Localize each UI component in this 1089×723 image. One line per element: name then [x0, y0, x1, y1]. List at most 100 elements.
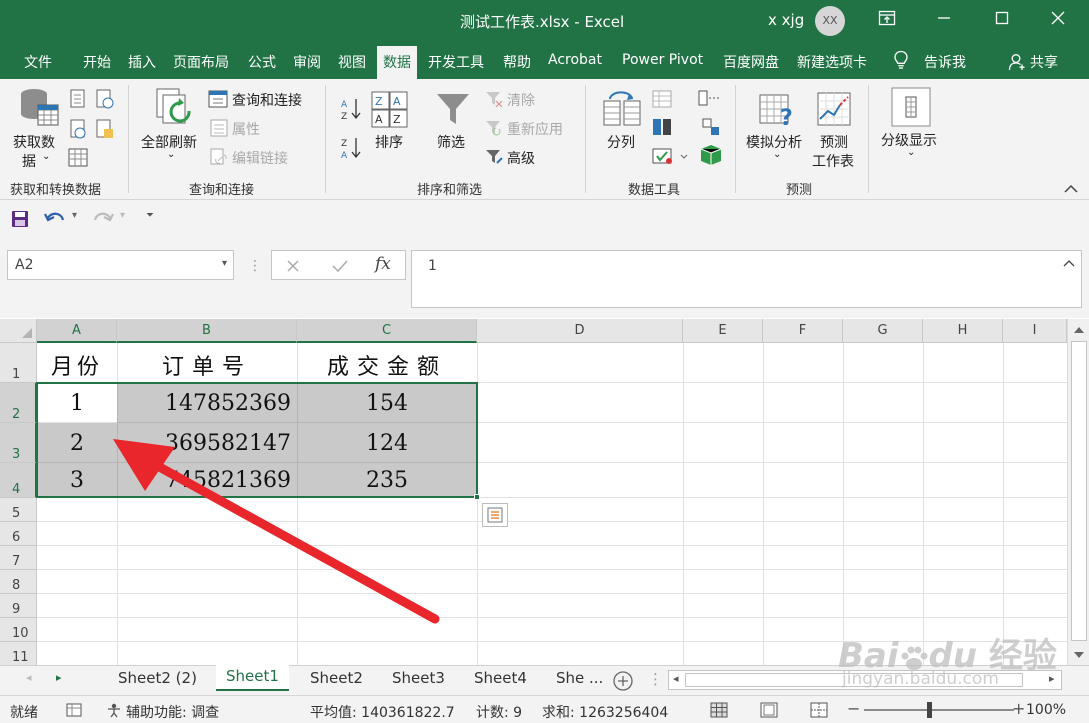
- column-header-h[interactable]: H: [923, 319, 1003, 343]
- scroll-left-icon[interactable]: ◂: [673, 672, 679, 685]
- cell-c1[interactable]: 成交金额: [297, 349, 477, 381]
- row-header-9[interactable]: 9: [0, 594, 37, 618]
- sheet-tab-sheet4[interactable]: Sheet4: [474, 669, 527, 687]
- accessibility-icon[interactable]: [106, 702, 124, 718]
- sort-descending-icon[interactable]: Z A: [340, 136, 362, 160]
- tab-file[interactable]: 文件: [24, 52, 52, 72]
- tab-help[interactable]: 帮助: [503, 52, 531, 72]
- column-header-e[interactable]: E: [683, 319, 763, 343]
- row-header-4[interactable]: 4: [0, 463, 37, 498]
- cell-c2[interactable]: 154: [297, 391, 477, 416]
- forecast-sheet-button-line2[interactable]: 工作表: [812, 151, 854, 171]
- row-header-7[interactable]: 7: [0, 546, 37, 570]
- forecast-sheet-button[interactable]: 预测: [820, 132, 848, 152]
- queries-connections-button[interactable]: 查询和连接: [232, 90, 302, 110]
- column-header-a[interactable]: A: [37, 319, 117, 343]
- fill-handle[interactable]: [474, 494, 480, 500]
- row-header-10[interactable]: 10: [0, 618, 37, 642]
- scroll-up-icon[interactable]: [1073, 325, 1085, 335]
- cell-b1[interactable]: 订单号: [117, 349, 297, 381]
- zoom-in-icon[interactable]: +: [1012, 699, 1025, 718]
- insert-function-icon[interactable]: fx: [375, 254, 391, 274]
- sort-icon[interactable]: Z A A Z: [371, 91, 409, 129]
- column-header-g[interactable]: G: [843, 319, 923, 343]
- tab-new-tab[interactable]: 新建选项卡: [797, 52, 867, 72]
- lightbulb-icon[interactable]: [892, 50, 910, 74]
- chevron-down-icon[interactable]: ▾: [222, 258, 227, 269]
- what-if-analysis-icon[interactable]: ?: [758, 91, 798, 129]
- advanced-filter-icon[interactable]: [485, 149, 503, 165]
- row-header-5[interactable]: 5: [0, 498, 37, 522]
- undo-dropdown-icon[interactable]: ▾: [72, 210, 77, 221]
- tab-view[interactable]: 视图: [338, 52, 366, 72]
- column-header-i[interactable]: I: [1003, 319, 1067, 343]
- row-header-1[interactable]: 1: [0, 343, 37, 383]
- sheet-tab-more[interactable]: She ...: [556, 669, 603, 687]
- row-header-8[interactable]: 8: [0, 570, 37, 594]
- tab-insert[interactable]: 插入: [128, 52, 156, 72]
- sheet-tab-sheet2[interactable]: Sheet2: [310, 669, 363, 687]
- tab-review[interactable]: 审阅: [293, 52, 321, 72]
- get-data-button[interactable]: 获取数: [13, 132, 55, 152]
- data-tools-icons[interactable]: [651, 89, 723, 169]
- tab-formulas[interactable]: 公式: [248, 52, 276, 72]
- column-header-d[interactable]: D: [477, 319, 683, 343]
- close-icon[interactable]: [1046, 9, 1070, 33]
- tab-baidu-netdisk[interactable]: 百度网盘: [723, 52, 779, 72]
- zoom-out-icon[interactable]: −: [847, 699, 860, 718]
- data-source-icons[interactable]: [68, 89, 116, 169]
- scroll-down-icon[interactable]: [1073, 650, 1085, 660]
- refresh-all-icon[interactable]: [155, 87, 195, 131]
- zoom-slider[interactable]: [864, 709, 1014, 711]
- tab-home[interactable]: 开始: [83, 52, 111, 72]
- tab-acrobat[interactable]: Acrobat: [548, 52, 602, 68]
- macro-record-icon[interactable]: [66, 703, 82, 717]
- maximize-icon[interactable]: [990, 9, 1014, 33]
- advanced-button[interactable]: 高级: [507, 148, 535, 168]
- get-data-button-line2[interactable]: 据: [22, 151, 36, 171]
- zoom-level[interactable]: 100%: [1026, 702, 1066, 718]
- normal-view-icon[interactable]: [710, 702, 728, 718]
- row-header-6[interactable]: 6: [0, 522, 37, 546]
- save-icon[interactable]: [11, 210, 29, 228]
- next-sheet-icon[interactable]: ▸: [56, 671, 62, 684]
- vertical-scroll-thumb[interactable]: [1071, 341, 1087, 641]
- cell-a2[interactable]: 1: [37, 391, 117, 416]
- select-all-corner[interactable]: [0, 319, 37, 343]
- sort-ascending-icon[interactable]: A Z: [340, 97, 362, 121]
- minimize-icon[interactable]: [932, 9, 956, 33]
- tab-developer[interactable]: 开发工具: [428, 52, 484, 72]
- collapse-formula-icon[interactable]: [1063, 259, 1075, 267]
- name-box[interactable]: A2 ▾: [7, 250, 234, 280]
- filter-button[interactable]: 筛选: [437, 132, 465, 152]
- sheet-tab-sheet3[interactable]: Sheet3: [392, 669, 445, 687]
- sheet-tab-sheet1[interactable]: Sheet1: [216, 665, 289, 691]
- undo-icon[interactable]: [44, 209, 66, 229]
- add-sheet-icon[interactable]: [612, 670, 634, 692]
- forecast-sheet-icon[interactable]: [816, 91, 852, 127]
- queries-icon[interactable]: [208, 90, 228, 108]
- page-break-view-icon[interactable]: [810, 702, 828, 718]
- row-header-2[interactable]: 2: [0, 383, 37, 423]
- avatar[interactable]: XX: [815, 6, 845, 36]
- database-icon[interactable]: [16, 87, 60, 129]
- cell-b2[interactable]: 147852369: [117, 391, 297, 416]
- page-layout-view-icon[interactable]: [760, 702, 778, 718]
- cell-a1[interactable]: 月份: [37, 349, 117, 381]
- tab-power-pivot[interactable]: Power Pivot: [622, 52, 703, 68]
- vertical-scrollbar[interactable]: [1067, 319, 1089, 665]
- sheet-tab-sheet2-2[interactable]: Sheet2 (2): [118, 669, 197, 687]
- worksheet-grid[interactable]: A B C D E F G H I 1 2 3 4 5 6 7 8 9 10 1…: [0, 319, 1089, 665]
- customize-toolbar-icon[interactable]: ⏷: [146, 210, 154, 221]
- tell-me-label[interactable]: 告诉我: [924, 52, 966, 72]
- tab-page-layout[interactable]: 页面布局: [173, 52, 229, 72]
- user-name[interactable]: x xjg: [768, 11, 804, 29]
- column-header-b[interactable]: B: [117, 319, 297, 343]
- column-header-c[interactable]: C: [297, 319, 477, 343]
- zoom-slider-thumb[interactable]: [927, 702, 932, 718]
- text-to-columns-button[interactable]: 分列: [607, 132, 635, 152]
- accessibility-status[interactable]: 辅助功能: 调查: [126, 702, 219, 722]
- quick-analysis-icon[interactable]: [482, 503, 508, 527]
- row-header-3[interactable]: 3: [0, 423, 37, 463]
- formula-input[interactable]: 1: [411, 250, 1082, 308]
